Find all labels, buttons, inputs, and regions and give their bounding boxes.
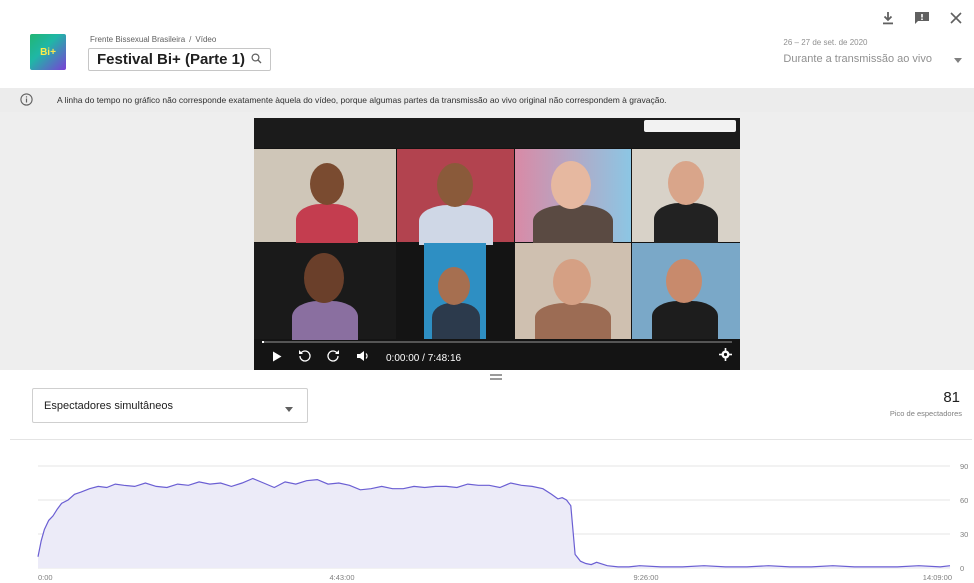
channel-logo: Bi+	[30, 34, 66, 70]
date-range-selector[interactable]: 26 – 27 de set. de 2020 Durante a transm…	[783, 38, 932, 65]
player-buttons: 0:00:00 / 7:48:16	[272, 349, 461, 367]
participant-tile	[254, 243, 396, 341]
x-tick-label: 14:09:00	[923, 573, 952, 582]
video-title-selector[interactable]: Festival Bi+ (Parte 1)	[88, 48, 271, 71]
period-label: Durante a transmissão ao vivo	[783, 53, 932, 65]
y-tick-label: 30	[960, 530, 968, 539]
resize-handle[interactable]	[490, 374, 502, 380]
video-title: Festival Bi+ (Parte 1)	[97, 51, 245, 68]
window-actions	[878, 8, 966, 28]
progress-fill	[262, 341, 265, 343]
volume-icon[interactable]	[356, 349, 370, 367]
participant-tile	[254, 149, 396, 244]
feedback-icon[interactable]	[912, 8, 932, 28]
rewind-10-icon[interactable]	[298, 349, 311, 367]
x-tick-label: 9:26:00	[633, 573, 658, 582]
video-stage: 0:00:00 / 7:48:16	[0, 112, 974, 370]
y-tick-label: 0	[960, 564, 964, 573]
forward-10-icon[interactable]	[327, 349, 340, 367]
participant-tile	[424, 243, 486, 339]
date-range: 26 – 27 de set. de 2020	[783, 38, 868, 47]
close-icon[interactable]	[946, 8, 966, 28]
video-top-strip	[254, 118, 740, 148]
video-call-toolbar	[644, 120, 736, 132]
progress-bar[interactable]	[262, 341, 732, 343]
participant-tile	[632, 149, 740, 243]
participant-tile	[515, 149, 631, 245]
info-banner: A linha do tempo no gráfico não correspo…	[0, 88, 974, 112]
caret-down-icon[interactable]	[954, 50, 962, 68]
video-player[interactable]: 0:00:00 / 7:48:16	[254, 118, 740, 370]
metric-selected: Espectadores simultâneos	[44, 399, 174, 412]
peak-label: Pico de espectadores	[889, 409, 962, 418]
peak-value: 81	[943, 389, 960, 406]
info-message: A linha do tempo no gráfico não correspo…	[57, 95, 667, 105]
play-icon[interactable]	[272, 349, 282, 367]
breadcrumb: Frente Bissexual Brasileira / Vídeo	[90, 35, 216, 44]
info-icon	[20, 92, 33, 108]
breadcrumb-separator: /	[189, 35, 192, 44]
player-controls: 0:00:00 / 7:48:16	[254, 340, 740, 370]
breadcrumb-section: Vídeo	[195, 35, 217, 44]
divider	[10, 439, 972, 440]
series-area	[38, 478, 950, 568]
x-tick-label: 4:43:00	[329, 573, 354, 582]
chevron-down-icon	[285, 403, 293, 415]
participant-tile	[632, 243, 740, 339]
y-tick-label: 90	[960, 462, 968, 471]
participant-tile	[515, 243, 631, 339]
logo-text: Bi+	[40, 46, 56, 58]
viewers-chart: 0 30 60 90 0:00 4:43:00 9:26:00 14:09:00	[37, 462, 968, 582]
settings-icon[interactable]	[719, 348, 732, 366]
search-icon	[251, 51, 262, 69]
time-display: 0:00:00 / 7:48:16	[386, 352, 462, 364]
analytics-page: Bi+ Frente Bissexual Brasileira / Vídeo Fe…	[0, 0, 974, 583]
x-tick-label: 0:00	[38, 573, 53, 582]
breadcrumb-channel[interactable]: Frente Bissexual Brasileira	[90, 35, 185, 44]
participant-tile	[397, 149, 514, 245]
download-icon[interactable]	[878, 8, 898, 28]
metric-dropdown[interactable]: Espectadores simultâneos	[32, 388, 308, 423]
y-tick-label: 60	[960, 496, 968, 505]
